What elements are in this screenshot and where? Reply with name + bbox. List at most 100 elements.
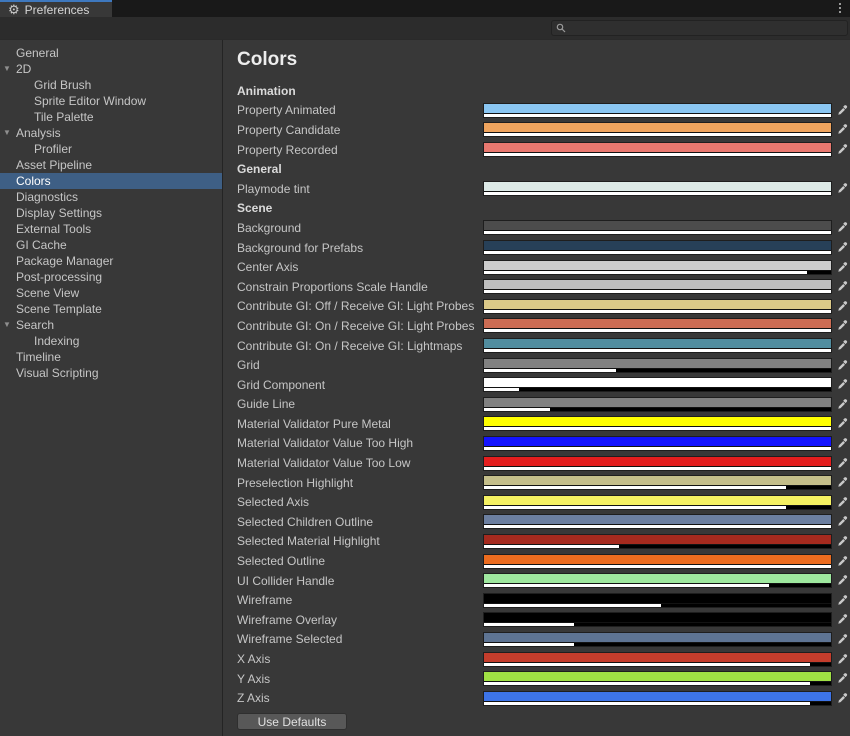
eyedropper-icon[interactable] <box>835 338 849 353</box>
sidebar-item-profiler[interactable]: Profiler <box>0 141 222 157</box>
sidebar-item-grid-brush[interactable]: Grid Brush <box>0 77 222 93</box>
color-swatch[interactable] <box>483 534 832 549</box>
eyedropper-icon[interactable] <box>835 573 849 588</box>
color-label: Grid <box>237 358 483 372</box>
sidebar-item-scene-view[interactable]: Scene View <box>0 285 222 301</box>
sidebar-item-general[interactable]: General <box>0 45 222 61</box>
eyedropper-icon[interactable] <box>835 632 849 647</box>
eyedropper-icon[interactable] <box>835 691 849 706</box>
sidebar-item-label: Analysis <box>16 126 61 140</box>
eyedropper-icon[interactable] <box>835 299 849 314</box>
eyedropper-icon[interactable] <box>835 534 849 549</box>
use-defaults-button[interactable]: Use Defaults <box>237 713 347 730</box>
eyedropper-icon[interactable] <box>835 318 849 333</box>
color-swatch[interactable] <box>483 220 832 235</box>
color-swatch[interactable] <box>483 397 832 412</box>
tab-preferences[interactable]: ⚙ Preferences <box>0 0 112 17</box>
settings-panel: Colors AnimationProperty AnimatedPropert… <box>222 40 850 736</box>
color-swatch[interactable] <box>483 377 832 392</box>
color-swatch[interactable] <box>483 122 832 137</box>
sidebar-item-package-manager[interactable]: Package Manager <box>0 253 222 269</box>
eyedropper-icon[interactable] <box>835 554 849 569</box>
sidebar-item-timeline[interactable]: Timeline <box>0 349 222 365</box>
color-swatch[interactable] <box>483 358 832 373</box>
sidebar-item-tile-palette[interactable]: Tile Palette <box>0 109 222 125</box>
eyedropper-icon[interactable] <box>835 181 849 196</box>
eyedropper-icon[interactable] <box>835 612 849 627</box>
kebab-menu-icon[interactable] <box>839 3 841 13</box>
color-swatch[interactable] <box>483 260 832 275</box>
color-swatch[interactable] <box>483 514 832 529</box>
sidebar-item-gi-cache[interactable]: GI Cache <box>0 237 222 253</box>
search-input[interactable] <box>569 22 843 34</box>
color-swatch[interactable] <box>483 299 832 314</box>
color-swatch[interactable] <box>483 436 832 451</box>
sidebar-item-indexing[interactable]: Indexing <box>0 333 222 349</box>
eyedropper-icon[interactable] <box>835 279 849 294</box>
color-swatch[interactable] <box>483 612 832 627</box>
preferences-nav: General▼2DGrid BrushSprite Editor Window… <box>0 40 222 736</box>
color-swatch[interactable] <box>483 338 832 353</box>
sidebar-item-scene-template[interactable]: Scene Template <box>0 301 222 317</box>
color-row-x-axis: X Axis <box>237 649 850 669</box>
foldout-arrow-icon[interactable]: ▼ <box>3 62 11 76</box>
sidebar-item-asset-pipeline[interactable]: Asset Pipeline <box>0 157 222 173</box>
eyedropper-icon[interactable] <box>835 652 849 667</box>
eyedropper-icon[interactable] <box>835 377 849 392</box>
eyedropper-icon[interactable] <box>835 260 849 275</box>
color-swatch[interactable] <box>483 632 832 647</box>
eyedropper-icon[interactable] <box>835 593 849 608</box>
sidebar-item-search[interactable]: ▼Search <box>0 317 222 333</box>
eyedropper-icon[interactable] <box>835 103 849 118</box>
section-title: General <box>237 162 483 176</box>
eyedropper-icon[interactable] <box>835 456 849 471</box>
sidebar-item-analysis[interactable]: ▼ Analysis <box>0 125 222 141</box>
color-swatch[interactable] <box>483 593 832 608</box>
eyedropper-icon[interactable] <box>835 358 849 373</box>
color-swatch[interactable] <box>483 181 832 196</box>
color-swatch[interactable] <box>483 318 832 333</box>
eyedropper-icon[interactable] <box>835 436 849 451</box>
page-title: Colors <box>237 48 850 72</box>
color-swatch[interactable] <box>483 573 832 588</box>
color-swatch[interactable] <box>483 240 832 255</box>
color-swatch[interactable] <box>483 671 832 686</box>
eyedropper-icon[interactable] <box>835 220 849 235</box>
color-label: Property Animated <box>237 103 483 117</box>
sidebar-item-sprite-editor-window[interactable]: Sprite Editor Window <box>0 93 222 109</box>
sidebar-item-external-tools[interactable]: External Tools <box>0 221 222 237</box>
eyedropper-icon[interactable] <box>835 416 849 431</box>
eyedropper-icon[interactable] <box>835 495 849 510</box>
color-swatch[interactable] <box>483 416 832 431</box>
alpha-bar <box>484 309 831 313</box>
eyedropper-icon[interactable] <box>835 514 849 529</box>
sidebar-item-display-settings[interactable]: Display Settings <box>0 205 222 221</box>
color-swatch[interactable] <box>483 142 832 157</box>
sidebar-item-diagnostics[interactable]: Diagnostics <box>0 189 222 205</box>
color-swatch[interactable] <box>483 103 832 118</box>
eyedropper-icon[interactable] <box>835 240 849 255</box>
color-swatch[interactable] <box>483 279 832 294</box>
eyedropper-icon[interactable] <box>835 397 849 412</box>
tab-strip: ⚙ Preferences <box>0 0 850 17</box>
eyedropper-icon[interactable] <box>835 671 849 686</box>
eyedropper-icon[interactable] <box>835 142 849 157</box>
eyedropper-icon[interactable] <box>835 475 849 490</box>
search-box[interactable] <box>551 20 848 36</box>
color-swatch[interactable] <box>483 652 832 667</box>
color-swatch[interactable] <box>483 554 832 569</box>
sidebar-item-2d[interactable]: ▼2D <box>0 61 222 77</box>
color-swatch[interactable] <box>483 691 832 706</box>
foldout-arrow-icon[interactable]: ▼ <box>3 126 11 140</box>
foldout-arrow-icon[interactable]: ▼ <box>3 318 11 332</box>
swatch-color-area <box>484 437 831 446</box>
sidebar-item-visual-scripting[interactable]: Visual Scripting <box>0 365 222 381</box>
color-swatch[interactable] <box>483 495 832 510</box>
sidebar-item-colors[interactable]: Colors <box>0 173 222 189</box>
eyedropper-icon[interactable] <box>835 122 849 137</box>
sidebar-item-post-processing[interactable]: Post-processing <box>0 269 222 285</box>
color-swatch[interactable] <box>483 475 832 490</box>
color-label: Wireframe Selected <box>237 632 483 646</box>
color-label: Selected Children Outline <box>237 515 483 529</box>
color-swatch[interactable] <box>483 456 832 471</box>
